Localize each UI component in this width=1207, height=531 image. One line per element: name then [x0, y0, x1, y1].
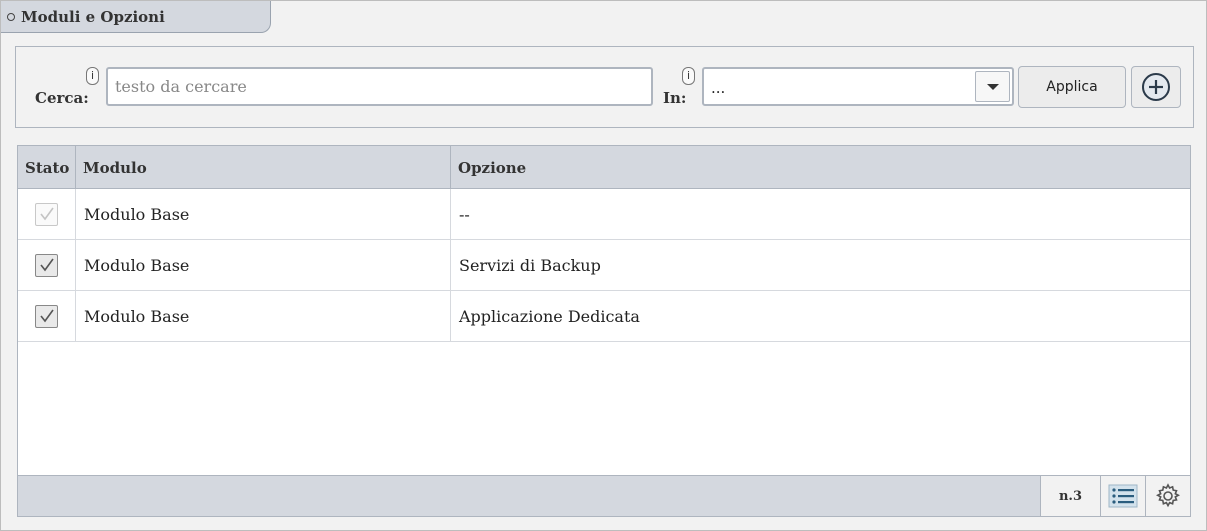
- gear-icon: [1156, 483, 1180, 508]
- check-icon: [39, 207, 54, 221]
- opzione-cell: Applicazione Dedicata: [459, 307, 640, 326]
- in-select-value: ...: [711, 79, 726, 97]
- list-view-button[interactable]: [1100, 476, 1145, 516]
- list-icon: [1108, 484, 1138, 508]
- table-row[interactable]: Modulo Base Applicazione Dedicata: [18, 291, 1190, 342]
- settings-button[interactable]: [1145, 476, 1190, 516]
- column-header-opzione[interactable]: Opzione: [451, 146, 1190, 189]
- section-title: Moduli e Opzioni: [21, 7, 165, 26]
- search-input[interactable]: [106, 67, 653, 106]
- search-filter-box: i Cerca: i In: ... Applica: [15, 46, 1194, 128]
- add-button[interactable]: [1131, 66, 1181, 108]
- modules-table: Stato Modulo Opzione Modulo Base -- Modu…: [17, 145, 1191, 517]
- check-icon: [39, 258, 54, 272]
- in-info-icon[interactable]: i: [682, 67, 695, 85]
- status-checkbox[interactable]: [35, 304, 58, 328]
- table-row[interactable]: Modulo Base --: [18, 189, 1190, 240]
- table-header: Stato Modulo Opzione: [18, 146, 1190, 189]
- modulo-cell: Modulo Base: [76, 291, 451, 341]
- column-header-stato[interactable]: Stato: [18, 146, 76, 189]
- status-checkbox: [35, 202, 58, 226]
- plus-circle-icon: [1142, 73, 1170, 101]
- record-count: n.3: [1040, 476, 1100, 516]
- check-icon: [39, 309, 54, 323]
- modulo-cell: Modulo Base: [76, 240, 451, 290]
- status-checkbox[interactable]: [35, 253, 58, 277]
- in-select[interactable]: ...: [702, 67, 1014, 106]
- stato-cell: [18, 291, 76, 341]
- table-footer: n.3: [18, 475, 1190, 516]
- table-row[interactable]: Modulo Base Servizi di Backup: [18, 240, 1190, 291]
- modulo-cell: Modulo Base: [76, 189, 451, 239]
- section-tab[interactable]: Moduli e Opzioni: [1, 1, 271, 33]
- modules-panel: Moduli e Opzioni i Cerca: i In: ... Appl…: [0, 0, 1207, 531]
- column-header-modulo[interactable]: Modulo: [76, 146, 451, 189]
- circle-icon: [7, 12, 15, 21]
- search-label: Cerca:: [35, 89, 89, 107]
- opzione-cell: --: [459, 205, 470, 224]
- search-info-icon[interactable]: i: [86, 67, 99, 85]
- chevron-down-icon[interactable]: [975, 71, 1010, 102]
- opzione-cell: Servizi di Backup: [459, 256, 601, 275]
- stato-cell: [18, 240, 76, 290]
- apply-button[interactable]: Applica: [1018, 66, 1126, 108]
- in-label: In:: [663, 89, 687, 107]
- stato-cell: [18, 189, 76, 239]
